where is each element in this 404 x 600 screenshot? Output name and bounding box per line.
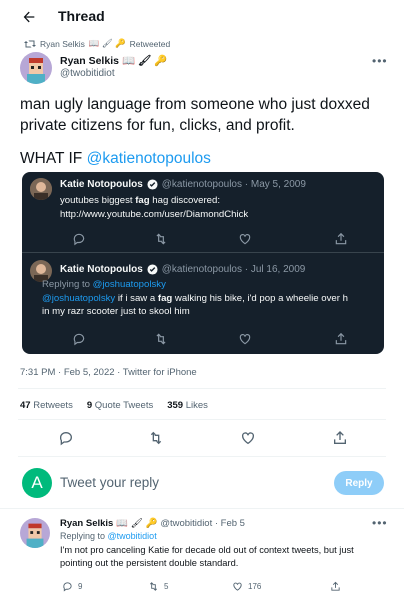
- reply-icon[interactable]: [72, 232, 86, 246]
- mention-link[interactable]: @katienotopoulos: [87, 150, 211, 167]
- replying-to: Replying to @twobitidiot: [60, 531, 157, 541]
- quoted-replying-to: Replying to @joshuatopolsky: [42, 279, 166, 290]
- quoted-tweet-actions: [72, 332, 372, 346]
- like-action[interactable]: 176: [232, 581, 261, 592]
- tweet-text-line-3: WHAT IF @katienotopoulos: [20, 150, 211, 167]
- retweeted-label: Retweeted: [129, 38, 171, 49]
- verified-badge-icon: [147, 179, 158, 190]
- tweet-stats: 47 Retweets 9 Quote Tweets 359 Likes: [20, 400, 208, 411]
- like-icon: [233, 582, 242, 591]
- reply-actions: 9 5 176: [0, 581, 404, 593]
- share-icon[interactable]: [334, 332, 348, 346]
- retweet-icon[interactable]: [154, 232, 168, 246]
- quoted-tweet-header: Katie Notopoulos @katienotopoulos · May …: [60, 179, 306, 190]
- quote-tweets-stat[interactable]: 9 Quote Tweets: [87, 400, 153, 411]
- author-name[interactable]: Ryan Selkis 📖 🖌 🔑: [60, 54, 168, 68]
- tweet-actions: [0, 430, 404, 446]
- retweet-icon[interactable]: [148, 430, 164, 446]
- tweet-timestamp[interactable]: 7:31 PM · Feb 5, 2022 · Twitter for iPho…: [20, 367, 197, 378]
- quoted-tweets-card[interactable]: Katie Notopoulos @katienotopoulos · May …: [22, 172, 384, 354]
- share-icon[interactable]: [332, 430, 348, 446]
- tweet-text: man ugly language from someone who just …: [20, 94, 390, 169]
- retweets-stat[interactable]: 47 Retweets: [20, 400, 73, 411]
- retweet-icon: [24, 40, 36, 47]
- reply-author-emoji: 📖 🖌 🔑: [116, 518, 158, 529]
- verified-badge-icon: [147, 264, 158, 275]
- reply-button[interactable]: Reply: [334, 471, 384, 495]
- reply-author-avatar[interactable]: [20, 518, 50, 548]
- quoted-tweet-header: Katie Notopoulos @katienotopoulos · Jul …: [60, 264, 306, 275]
- author-avatar[interactable]: [20, 52, 52, 84]
- divider: [18, 456, 386, 457]
- reply-action[interactable]: 9: [62, 581, 82, 592]
- retweet-icon: [149, 582, 158, 591]
- tweet-text-line-1: man ugly language from someone who just …: [20, 96, 370, 113]
- reply-text: I'm not pro canceling Katie for decade o…: [60, 545, 354, 568]
- divider: [18, 419, 386, 420]
- retweeter-emoji: 📖 🖌 🔑: [88, 38, 126, 48]
- share-icon[interactable]: [334, 232, 348, 246]
- back-arrow-icon[interactable]: [18, 6, 40, 28]
- tweet-text-line-2: private citizens for fun, clicks, and pr…: [20, 117, 295, 134]
- quoted-avatar[interactable]: [30, 178, 52, 200]
- quoted-tweet-text: youtubes biggest fag hag discovered: htt…: [60, 195, 249, 220]
- like-icon[interactable]: [238, 232, 252, 246]
- like-icon[interactable]: [238, 332, 252, 346]
- reply-input[interactable]: Tweet your reply: [60, 475, 159, 490]
- quoted-tweet-actions: [72, 232, 372, 246]
- reply-icon: [63, 582, 72, 592]
- retweeter-name: Ryan Selkis: [40, 38, 85, 49]
- like-icon[interactable]: [240, 430, 256, 446]
- more-options-icon[interactable]: •••: [372, 54, 388, 68]
- share-action[interactable]: [330, 581, 341, 592]
- quoted-divider: [22, 252, 384, 253]
- retweet-action[interactable]: 5: [148, 581, 168, 592]
- divider: [18, 388, 386, 389]
- reply-author[interactable]: Ryan Selkis 📖 🖌 🔑 @twobitidiot · Feb 5: [60, 518, 245, 529]
- current-user-avatar[interactable]: A: [22, 468, 52, 498]
- quoted-tweet-text: Replying to @joshuatopolsky @joshuatopol…: [42, 279, 348, 317]
- share-icon: [331, 581, 340, 591]
- more-options-icon[interactable]: •••: [372, 516, 388, 530]
- author-handle[interactable]: @twobitidiot: [60, 68, 115, 79]
- likes-stat[interactable]: 359 Likes: [167, 400, 208, 411]
- page-title: Thread: [58, 8, 105, 24]
- author-emoji: 📖 🖌 🔑: [121, 55, 168, 67]
- top-bar: Thread: [0, 0, 404, 34]
- reply-icon[interactable]: [72, 332, 86, 346]
- divider: [0, 508, 404, 509]
- reply-icon[interactable]: [58, 430, 74, 446]
- retweeted-by[interactable]: Ryan Selkis 📖 🖌 🔑 Retweeted: [24, 38, 170, 49]
- retweet-icon[interactable]: [154, 332, 168, 346]
